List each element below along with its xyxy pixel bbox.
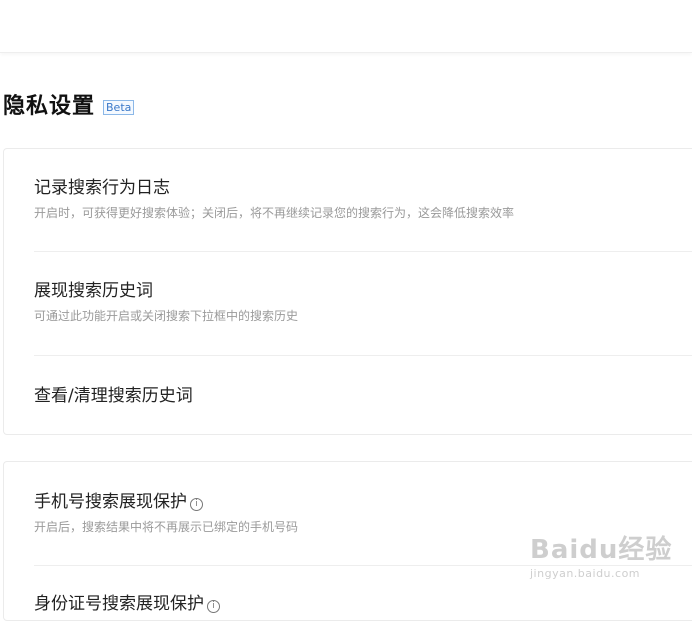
setting-description: 开启时，可获得更好搜索体验；关闭后，将不再继续记录您的搜索行为，这会降低搜索效率 bbox=[34, 206, 515, 220]
baidu-jingyan-watermark: Baidu经验 jingyan.baidu.com bbox=[530, 535, 672, 581]
page-header: 隐私设置 Beta bbox=[3, 91, 135, 123]
divider bbox=[34, 251, 692, 252]
top-bar bbox=[0, 0, 692, 53]
setting-row-show-search-history[interactable]: 展现搜索历史词 可通过此功能开启或关闭搜索下拉框中的搜索历史 bbox=[34, 280, 692, 324]
page-title: 隐私设置 bbox=[3, 94, 96, 119]
setting-title: 展现搜索历史词 bbox=[34, 281, 153, 301]
info-icon[interactable]: i bbox=[190, 498, 203, 511]
setting-row-record-search-log[interactable]: 记录搜索行为日志 开启时，可获得更好搜索体验；关闭后，将不再继续记录您的搜索行为… bbox=[34, 177, 692, 221]
setting-title: 手机号搜索展现保护 bbox=[34, 492, 187, 512]
divider bbox=[34, 355, 692, 356]
search-history-settings-card: 记录搜索行为日志 开启时，可获得更好搜索体验；关闭后，将不再继续记录您的搜索行为… bbox=[3, 148, 692, 435]
setting-description: 可通过此功能开启或关闭搜索下拉框中的搜索历史 bbox=[34, 309, 299, 323]
setting-title: 身份证号搜索展现保护 bbox=[34, 594, 204, 614]
setting-row-view-clear-history[interactable]: 查看/清理搜索历史词 bbox=[34, 385, 692, 407]
setting-title-line: 手机号搜索展现保护 i bbox=[34, 491, 692, 513]
setting-row-phone-protection[interactable]: 手机号搜索展现保护 i 开启后，搜索结果中将不再展示已绑定的手机号码 bbox=[34, 491, 692, 535]
watermark-logo: Baidu经验 bbox=[530, 535, 673, 565]
setting-title: 记录搜索行为日志 bbox=[34, 178, 170, 198]
view-clear-history-link[interactable]: 查看/清理搜索历史词 bbox=[34, 385, 692, 407]
watermark-url: jingyan.baidu.com bbox=[530, 567, 641, 580]
setting-row-id-card-protection[interactable]: 身份证号搜索展现保护 i bbox=[34, 593, 692, 615]
info-icon[interactable]: i bbox=[207, 600, 220, 613]
setting-description: 开启后，搜索结果中将不再展示已绑定的手机号码 bbox=[34, 520, 299, 534]
setting-title-line: 身份证号搜索展现保护 i bbox=[34, 593, 692, 615]
beta-badge: Beta bbox=[103, 99, 135, 115]
